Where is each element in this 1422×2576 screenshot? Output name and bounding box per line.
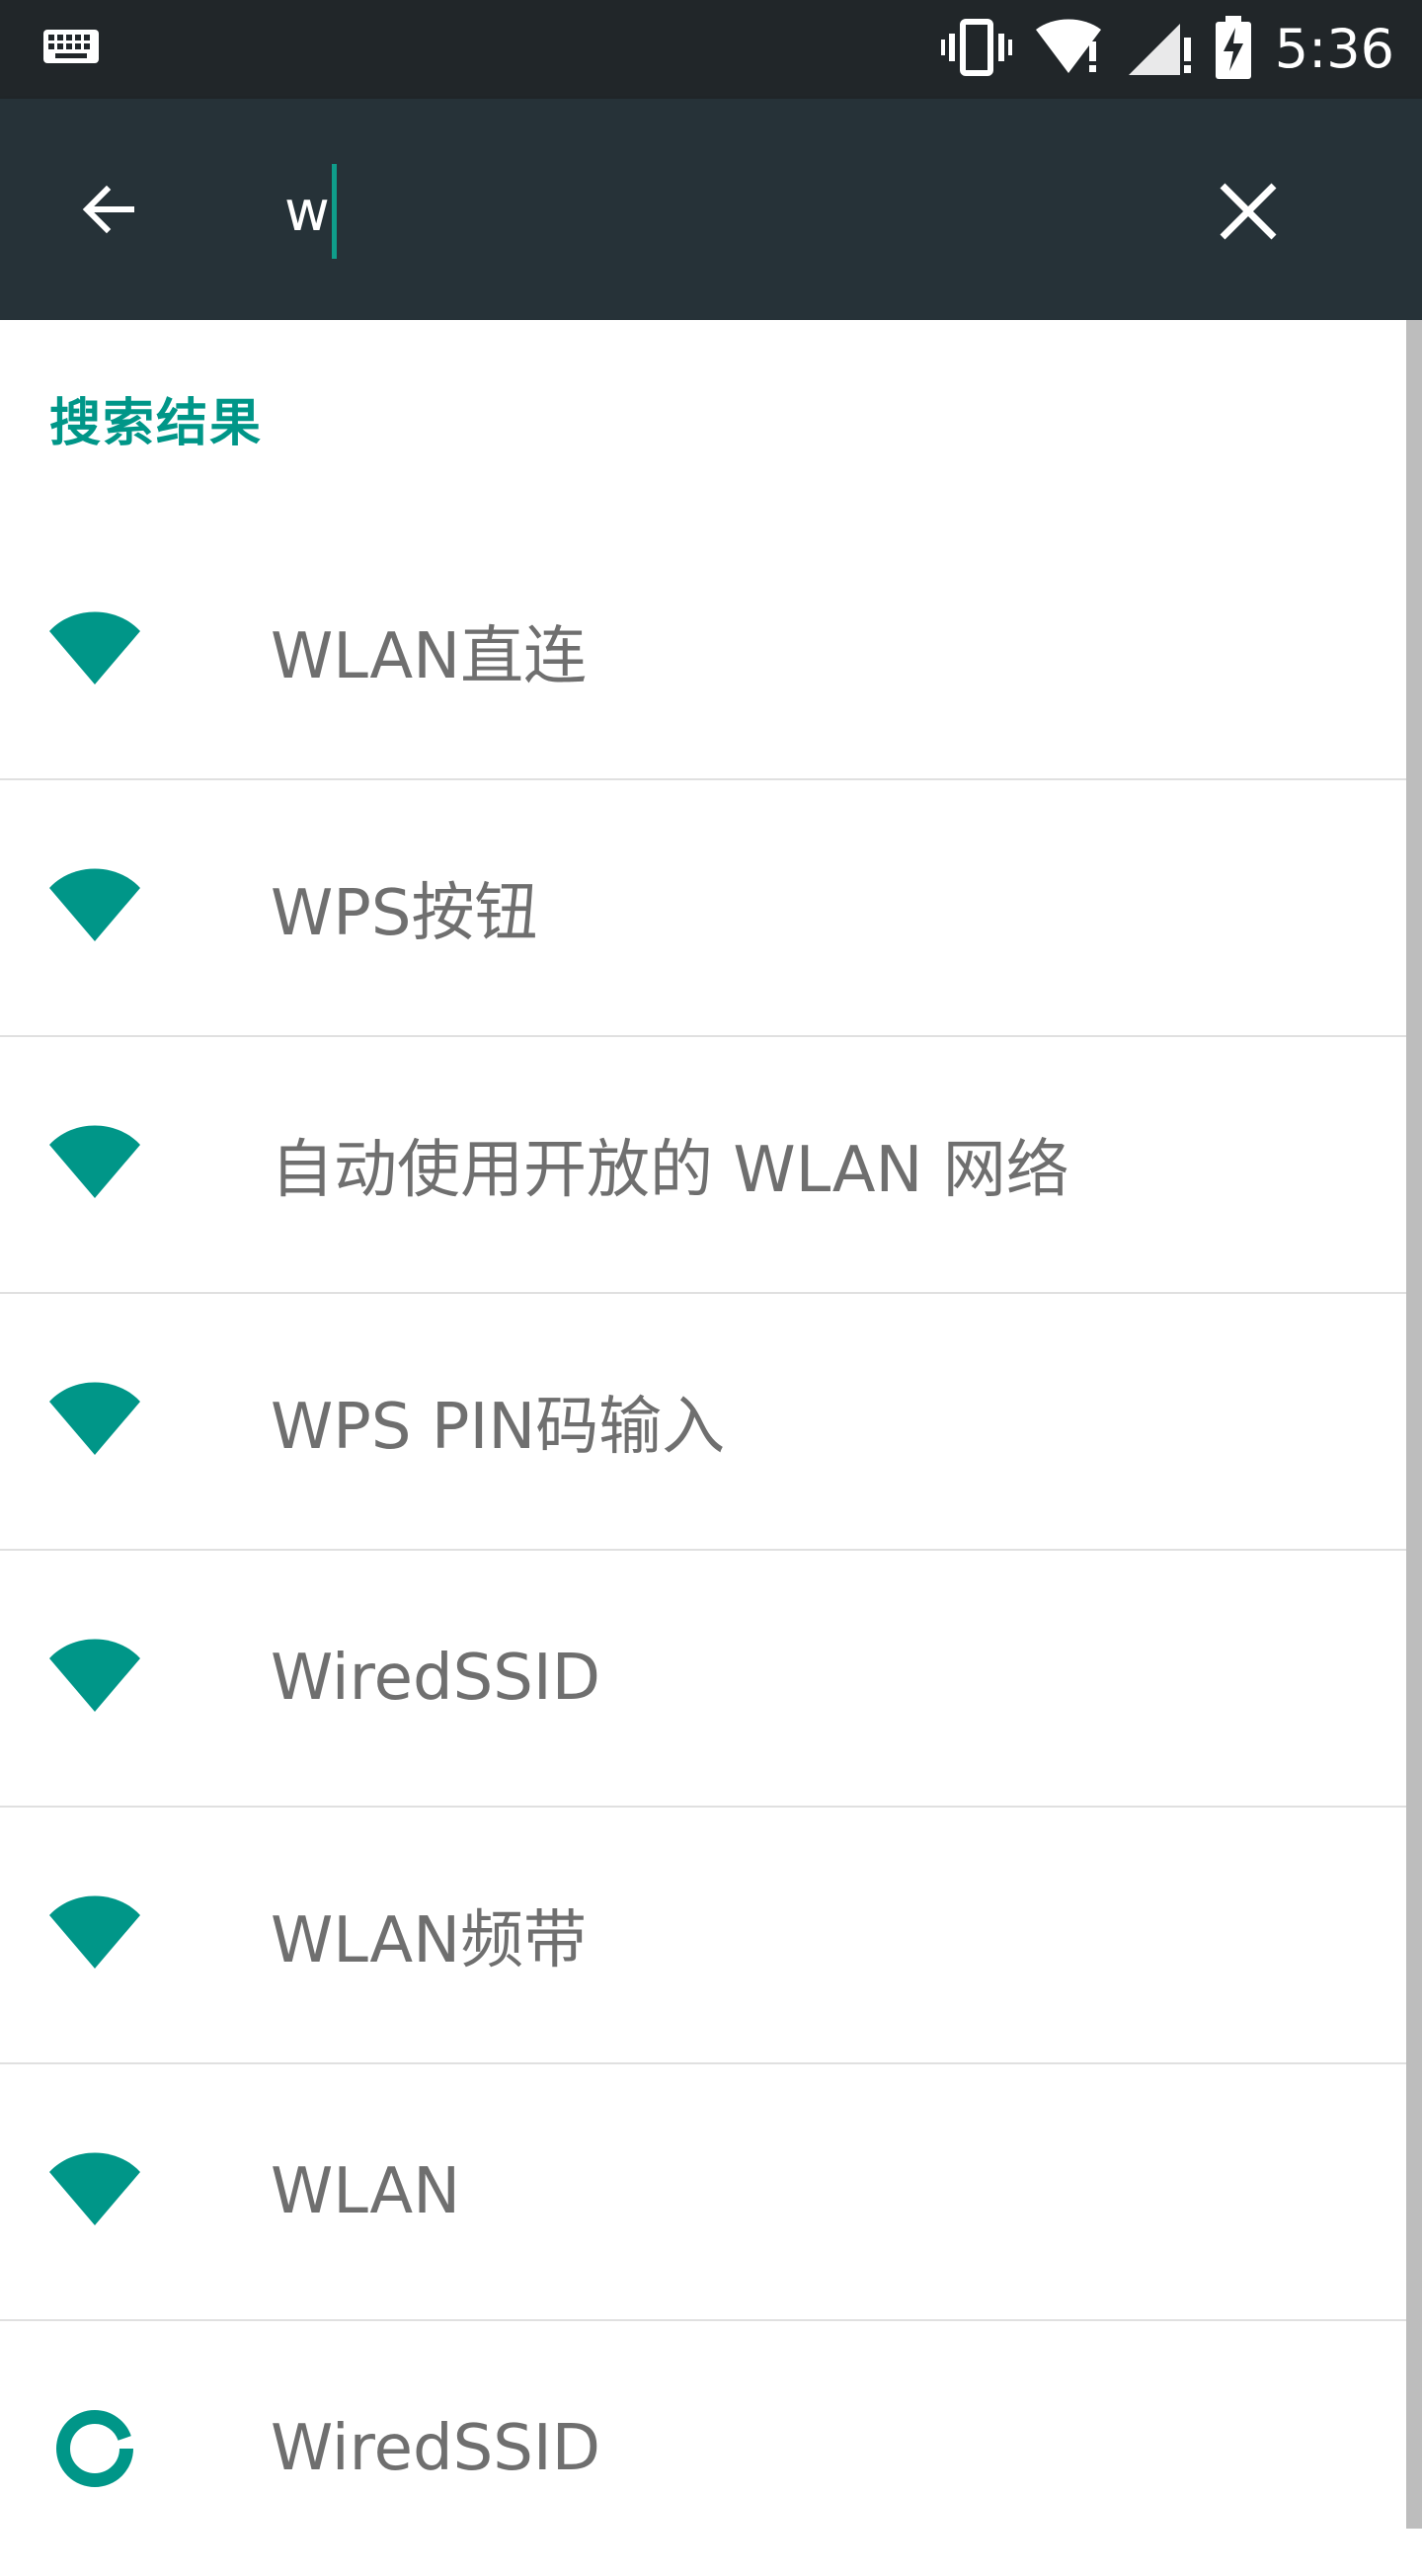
wifi-icon xyxy=(47,2144,142,2239)
results-list: WLAN直连 WPS按钮 自动使用开放的 WLAN 网络 WPS PIN码输入 … xyxy=(0,523,1406,2576)
status-bar: 5:36 xyxy=(0,0,1422,99)
list-item[interactable]: WPS PIN码输入 xyxy=(0,1294,1406,1551)
list-item[interactable]: WLAN直连 xyxy=(0,523,1406,780)
section-title: 搜索结果 xyxy=(49,394,264,453)
status-icons: 5:36 xyxy=(940,16,1394,83)
wifi-icon xyxy=(47,1374,142,1469)
list-item-label: WPS按钮 xyxy=(271,877,538,950)
scrollbar[interactable] xyxy=(1406,320,1422,2529)
list-item[interactable]: WLAN频带 xyxy=(0,1808,1406,2064)
search-toolbar: w xyxy=(0,99,1422,320)
list-item-label: WiredSSID xyxy=(271,1642,600,1715)
list-item[interactable]: WLAN xyxy=(0,2064,1406,2321)
list-item[interactable]: WPS按钮 xyxy=(0,780,1406,1037)
list-item-label: 自动使用开放的 WLAN 网络 xyxy=(271,1134,1069,1207)
text-caret xyxy=(331,164,337,259)
close-icon xyxy=(1207,183,1290,257)
battery-charging-icon xyxy=(1214,16,1253,83)
list-item-label: WPS PIN码输入 xyxy=(271,1391,726,1464)
search-results: 搜索结果 WLAN直连 WPS按钮 自动使用开放的 WLAN 网络 WPS PI… xyxy=(0,320,1422,2529)
list-item-label: WLAN xyxy=(271,2155,461,2228)
list-item-label: WiredSSID xyxy=(271,2412,600,2485)
list-item[interactable]: WiredSSID xyxy=(0,1551,1406,1808)
list-item-label: WLAN直连 xyxy=(271,620,588,693)
list-item[interactable]: WiredSSID xyxy=(0,2321,1406,2576)
list-item-label: WLAN频带 xyxy=(271,1904,588,1977)
signal-alert-icon xyxy=(1128,18,1192,81)
wifi-icon xyxy=(47,1888,142,1982)
clear-search-button[interactable] xyxy=(1207,170,1290,253)
data-usage-icon xyxy=(47,2401,142,2496)
list-item[interactable]: 自动使用开放的 WLAN 网络 xyxy=(0,1037,1406,1294)
keyboard-icon xyxy=(43,30,99,67)
search-input[interactable]: w xyxy=(284,164,337,259)
wifi-icon xyxy=(47,1117,142,1212)
back-button[interactable] xyxy=(69,168,152,251)
status-time: 5:36 xyxy=(1274,18,1394,80)
wifi-icon xyxy=(47,604,142,698)
search-input-text: w xyxy=(284,179,330,244)
arrow-left-icon xyxy=(69,185,152,255)
wifi-icon xyxy=(47,860,142,955)
wifi-icon xyxy=(47,1631,142,1726)
wifi-alert-icon xyxy=(1034,18,1107,81)
vibrate-icon xyxy=(940,18,1012,81)
